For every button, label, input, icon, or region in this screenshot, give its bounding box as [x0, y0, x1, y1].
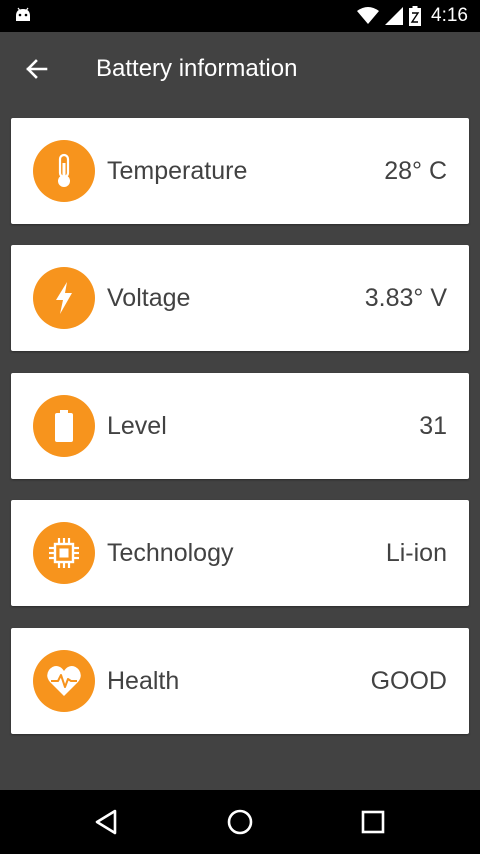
- back-triangle-icon[interactable]: [90, 806, 122, 838]
- card-value: GOOD: [370, 667, 447, 695]
- info-card-technology: Technology Li-ion: [11, 500, 469, 606]
- info-card-temperature: Temperature 28° C: [11, 118, 469, 224]
- chip-icon: [33, 522, 95, 584]
- android-icon: [16, 7, 30, 21]
- recents-square-icon[interactable]: [357, 806, 389, 838]
- signal-icon: [385, 7, 404, 25]
- battery-icon: [409, 6, 422, 26]
- card-value: 31: [419, 412, 447, 440]
- page-title: Battery information: [96, 55, 298, 82]
- card-value: Li-ion: [385, 539, 447, 567]
- card-label: Health: [107, 667, 180, 695]
- card-value: 3.83° V: [364, 284, 447, 312]
- heart-pulse-icon: [33, 650, 95, 712]
- status-time: 4:16: [431, 5, 468, 26]
- card-value: 28° C: [384, 157, 447, 185]
- thermometer-icon: [33, 140, 95, 202]
- home-circle-icon[interactable]: [224, 806, 256, 838]
- navigation-bar: [0, 790, 480, 854]
- lightning-icon: [33, 267, 95, 329]
- info-card-voltage: Voltage 3.83° V: [11, 245, 469, 351]
- status-bar: 4:16: [0, 0, 480, 32]
- back-arrow-icon[interactable]: [22, 54, 52, 84]
- app-bar: Battery information: [0, 32, 480, 108]
- wifi-icon: [357, 7, 380, 24]
- card-label: Voltage: [107, 284, 191, 312]
- battery-icon: [33, 395, 95, 457]
- card-label: Temperature: [107, 157, 248, 185]
- card-label: Level: [107, 412, 167, 440]
- card-label: Technology: [107, 539, 234, 567]
- info-card-health: Health GOOD: [11, 628, 469, 734]
- info-card-level: Level 31: [11, 373, 469, 479]
